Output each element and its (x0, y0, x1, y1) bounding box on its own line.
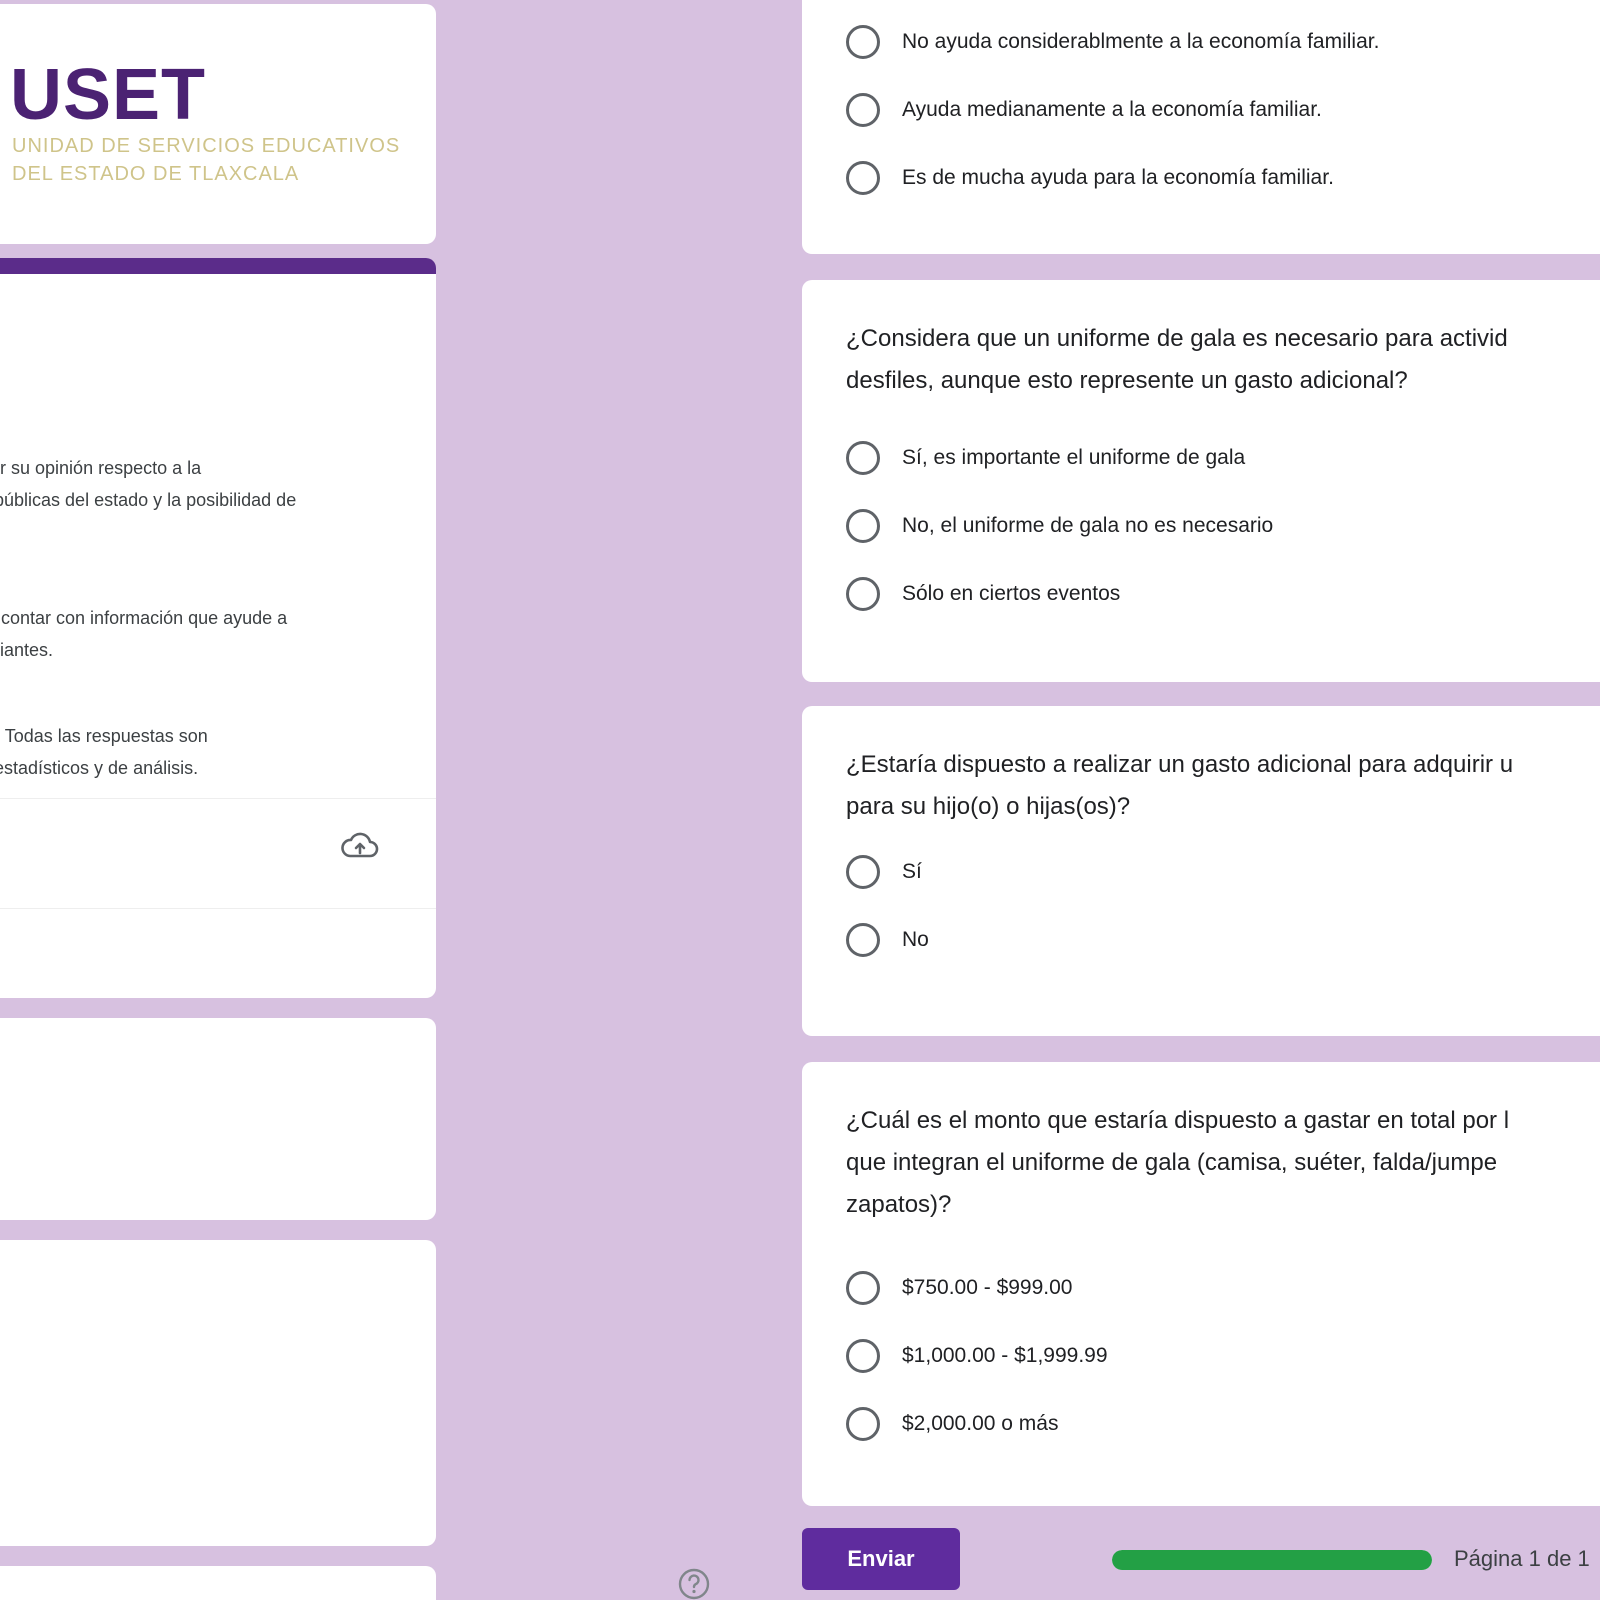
option-si[interactable]: Sí (846, 852, 922, 892)
option-label: $1,000.00 - $1,999.99 (902, 1344, 1108, 1367)
option-no[interactable]: No (846, 920, 929, 960)
description-line: rá contar con información que ayude a (0, 608, 288, 628)
logo-subtitle: UNIDAD DE SERVICIOS EDUCATIVOS DEL ESTAD… (12, 132, 400, 188)
question-title: ¿Estaría dispuesto a realizar un gasto a… (846, 751, 1514, 820)
logo-subtitle-line2: DEL ESTADO DE TLAXCALA (12, 163, 300, 185)
help-icon[interactable] (676, 1566, 712, 1600)
option-label: Es de mucha ayuda para la economía famil… (902, 166, 1334, 189)
form-page: USET UNIDAD DE SERVICIOS EDUCATIVOS DEL … (0, 0, 1600, 1600)
option-label: No ayuda considerablmente a la economía … (902, 30, 1380, 53)
option-si-importante[interactable]: Sí, es importante el uniforme de gala (846, 438, 1245, 478)
question-card-2: ¿Considera que un uniforme de gala es ne… (802, 280, 1600, 682)
radio-button[interactable] (846, 1271, 880, 1305)
question-title: ¿Considera que un uniforme de gala es ne… (846, 325, 1508, 394)
option-label: Sí, es importante el uniforme de gala (902, 446, 1246, 469)
radio-button[interactable] (846, 1339, 880, 1373)
logo-wordmark: USET (10, 55, 207, 135)
question-card-4: ¿Cuál es el monto que estaría dispuesto … (802, 1062, 1600, 1506)
divider (0, 908, 436, 909)
radio-button[interactable] (846, 25, 880, 59)
logo-subtitle-line1: UNIDAD DE SERVICIOS EDUCATIVOS (12, 135, 401, 157)
radio-button[interactable] (846, 923, 880, 957)
option-mucha-ayuda[interactable]: Es de mucha ayuda para la economía famil… (846, 158, 1334, 198)
option-label: Sí (902, 860, 922, 883)
section-card (0, 1018, 436, 1220)
question-title: ¿Cuál es el monto que estaría dispuesto … (846, 1107, 1510, 1218)
description-line: ta. Todas las respuestas son (0, 726, 208, 746)
question-card-3: ¿Estaría dispuesto a realizar un gasto a… (802, 706, 1600, 1036)
form-description-card: bar su opinión respecto a la s públicas … (0, 258, 436, 998)
divider (0, 798, 436, 799)
logo-card: USET UNIDAD DE SERVICIOS EDUCATIVOS DEL … (0, 4, 436, 244)
description-line: udiantes. (0, 640, 54, 660)
radio-button[interactable] (846, 1407, 880, 1441)
section-card (0, 1566, 436, 1600)
option-750-999[interactable]: $750.00 - $999.00 (846, 1268, 1072, 1308)
cloud-upload-icon[interactable] (340, 830, 380, 862)
progress-bar-fill (1112, 1550, 1432, 1570)
option-label: No, el uniforme de gala no es necesario (902, 514, 1274, 537)
option-no-necesario[interactable]: No, el uniforme de gala no es necesario (846, 506, 1273, 546)
section-card (0, 1240, 436, 1546)
option-label: Sólo en ciertos eventos (902, 582, 1121, 605)
radio-button[interactable] (846, 577, 880, 611)
page-indicator: Página 1 de 1 (1454, 1546, 1590, 1571)
radio-button[interactable] (846, 855, 880, 889)
option-ciertos-eventos[interactable]: Sólo en ciertos eventos (846, 574, 1120, 614)
option-2000-mas[interactable]: $2,000.00 o más (846, 1404, 1058, 1444)
description-line: bar su opinión respecto a la (0, 458, 202, 478)
option-no-ayuda[interactable]: No ayuda considerablmente a la economía … (846, 22, 1379, 62)
header-accent-bar (0, 258, 436, 274)
description-line: s estadísticos y de análisis. (0, 758, 199, 778)
radio-button[interactable] (846, 161, 880, 195)
option-label: Ayuda medianamente a la economía familia… (902, 98, 1322, 121)
option-label: $750.00 - $999.00 (902, 1276, 1073, 1299)
option-label: $2,000.00 o más (902, 1412, 1059, 1435)
description-line: s públicas del estado y la posibilidad d… (0, 490, 297, 510)
progress-bar (1112, 1550, 1432, 1570)
question-card-1: No ayuda considerablmente a la economía … (802, 0, 1600, 254)
radio-button[interactable] (846, 93, 880, 127)
radio-button[interactable] (846, 509, 880, 543)
option-1000-1999[interactable]: $1,000.00 - $1,999.99 (846, 1336, 1108, 1376)
radio-button[interactable] (846, 441, 880, 475)
option-label: No (902, 928, 929, 951)
option-ayuda-medianamente[interactable]: Ayuda medianamente a la economía familia… (846, 90, 1322, 130)
submit-button[interactable]: Enviar (802, 1528, 960, 1590)
